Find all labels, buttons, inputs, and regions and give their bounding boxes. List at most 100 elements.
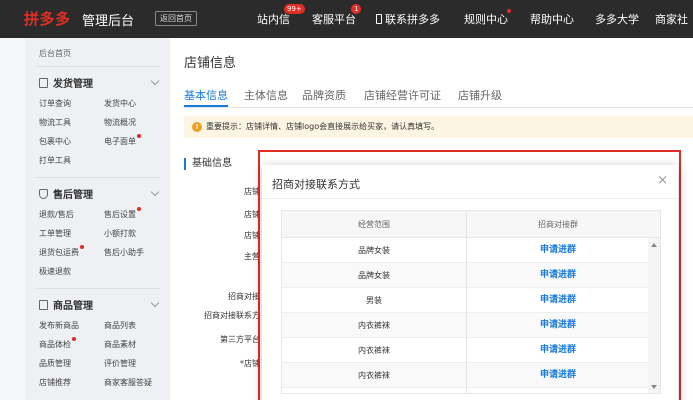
divider [184, 107, 693, 108]
field-label: 店铺 [244, 210, 260, 219]
sidebar-item-publish-goods[interactable]: 发布新商品 [39, 320, 79, 331]
messages-count-badge: 99+ [284, 4, 305, 14]
field-label: *店铺 [240, 359, 260, 368]
nav-contact-label: 联系拼多多 [385, 13, 440, 26]
table-scrollbar[interactable] [648, 238, 660, 393]
sidebar-item-return-shipping-label: 退货包运费 [39, 248, 79, 257]
sidebar-item-after-sales-settings[interactable]: 售后设置 [104, 207, 141, 220]
field-label: 第三方平台 [220, 335, 260, 344]
divider [262, 198, 678, 199]
shield-icon [39, 189, 48, 199]
divider [35, 177, 160, 178]
rules-new-dot [507, 9, 511, 13]
nav-help-label: 帮助中心 [530, 13, 574, 26]
back-home-button[interactable]: 返回首页 [155, 11, 197, 26]
sidebar-item-goods-check-label: 商品体检 [39, 340, 71, 349]
logo-subtitle: 管理后台 [82, 14, 135, 29]
sidebar-item-goods-check[interactable]: 商品体检 [39, 337, 76, 350]
notice-text: 重要提示：店铺详情、店铺logo会直接展示给买家，请认真填写。 [206, 122, 440, 131]
sidebar-item-e-waybill-label: 电子面单 [104, 137, 136, 146]
tab-business-license[interactable]: 店铺经营许可证 [364, 87, 441, 103]
sidebar-item-customer-qa[interactable]: 商家客服答疑 [104, 377, 152, 388]
scroll-up-icon[interactable] [651, 243, 657, 247]
pinduoduo-logo[interactable]: 拼多多 [24, 8, 71, 29]
new-dot [72, 337, 76, 341]
phone-icon [376, 14, 382, 24]
sidebar-item-reviews[interactable]: 评价管理 [104, 358, 136, 369]
join-group-link[interactable]: 申请进群 [466, 363, 650, 388]
sidebar-item-return-shipping[interactable]: 退货包运费 [39, 245, 84, 258]
nav-help[interactable]: 帮助中心 [530, 11, 574, 27]
scope-cell: 内衣裤袜 [358, 346, 390, 355]
chevron-down-icon[interactable] [150, 298, 160, 308]
sidebar-item-shipping-center[interactable]: 发货中心 [104, 98, 136, 109]
scope-cell: 品牌女装 [358, 271, 390, 280]
section-shipping[interactable]: 发货管理 [39, 75, 93, 90]
scroll-down-icon[interactable] [651, 385, 657, 389]
column-header-scope: 经营范围 [358, 220, 390, 229]
customer-service-badge: 1 [351, 4, 362, 14]
warning-icon: ! [192, 122, 202, 132]
sidebar-item-goods-list[interactable]: 商品列表 [104, 320, 136, 331]
new-dot [137, 134, 141, 138]
nav-rules-label: 规则中心 [464, 13, 508, 26]
sidebar-item-fast-refund[interactable]: 极速退款 [39, 266, 71, 277]
nav-university[interactable]: 多多大学 [595, 11, 639, 27]
sidebar-item-logistics-overview[interactable]: 物流概况 [104, 117, 136, 128]
sidebar-item-after-sales-assistant[interactable]: 售后小助手 [104, 247, 144, 258]
nav-contact[interactable]: 联系拼多多 [376, 11, 440, 27]
join-group-link[interactable]: 申请进群 [466, 238, 650, 263]
tab-basic-info[interactable]: 基本信息 [184, 87, 228, 103]
sidebar-item-quality[interactable]: 品质管理 [39, 358, 71, 369]
sidebar-item-order-query[interactable]: 订单查询 [39, 98, 71, 109]
tab-store-upgrade[interactable]: 店铺升级 [458, 87, 502, 103]
tab-brand-qualification[interactable]: 品牌资质 [302, 87, 346, 103]
notice-banner: ! 重要提示：店铺详情、店铺logo会直接展示给买家，请认真填写。 [184, 116, 693, 138]
section-after-sales[interactable]: 售后管理 [39, 186, 93, 201]
sidebar: 后台首页 发货管理 订单查询 发货中心 物流工具 物流概况 包裹中心 电子面单 … [25, 38, 170, 400]
contact-table: 经营范围 招商对接群 品牌女装 申请进群 品牌女装 申请进群 男装 申请进群 内… [281, 210, 661, 394]
nav-community[interactable]: 商家社 [655, 11, 688, 27]
sidebar-item-package-center[interactable]: 包裹中心 [39, 136, 71, 147]
dialog-title: 招商对接联系方式 [272, 178, 360, 191]
divider [35, 288, 160, 289]
nav-customer-service[interactable]: 客服平台 [312, 11, 356, 27]
sidebar-item-logistics-tools[interactable]: 物流工具 [39, 117, 71, 128]
sidebar-item-refunds[interactable]: 退款/售后 [39, 209, 74, 220]
section-shipping-title: 发货管理 [53, 79, 93, 90]
section-title: 基础信息 [184, 158, 232, 170]
contact-dialog: 招商对接联系方式 × 经营范围 招商对接群 品牌女装 申请进群 品牌女装 申请进… [262, 165, 678, 400]
join-group-link[interactable]: 申请进群 [466, 313, 650, 338]
field-label: 店铺 [244, 187, 260, 196]
sidebar-item-small-payment[interactable]: 小额打款 [104, 228, 136, 239]
sidebar-home-link[interactable]: 后台首页 [39, 48, 71, 59]
join-group-link[interactable]: 申请进群 [466, 288, 650, 313]
section-goods[interactable]: 商品管理 [39, 297, 93, 312]
divider [35, 66, 160, 67]
sidebar-item-goods-materials[interactable]: 商品素材 [104, 339, 136, 350]
sidebar-item-tickets[interactable]: 工单管理 [39, 228, 71, 239]
nav-messages[interactable]: 站内信 [257, 11, 290, 27]
goods-icon [39, 300, 48, 310]
scope-cell: 品牌女装 [358, 246, 390, 255]
chevron-down-icon[interactable] [150, 76, 160, 86]
field-label: 店铺 [244, 231, 260, 240]
chevron-down-icon[interactable] [150, 187, 160, 197]
column-divider [466, 211, 467, 393]
sidebar-item-store-recommend[interactable]: 店铺推荐 [39, 377, 71, 388]
scope-cell: 内衣裤袜 [358, 371, 390, 380]
tab-entity-info[interactable]: 主体信息 [244, 87, 288, 103]
nav-messages-label: 站内信 [257, 13, 290, 26]
document-icon [39, 78, 48, 88]
sidebar-item-print-tool[interactable]: 打单工具 [39, 155, 71, 166]
nav-university-label: 多多大学 [595, 13, 639, 26]
top-bar: 拼多多 管理后台 返回首页 站内信 99+ 客服平台 1 联系拼多多 规则中心 … [0, 0, 693, 38]
page-title: 店铺信息 [184, 56, 237, 71]
join-group-link[interactable]: 申请进群 [466, 263, 650, 288]
sidebar-item-e-waybill[interactable]: 电子面单 [104, 134, 141, 147]
nav-rules[interactable]: 规则中心 [464, 11, 508, 27]
join-group-link[interactable]: 申请进群 [466, 338, 650, 363]
close-icon[interactable]: × [657, 173, 668, 188]
new-dot [137, 207, 141, 211]
field-label: 主营 [244, 252, 260, 261]
